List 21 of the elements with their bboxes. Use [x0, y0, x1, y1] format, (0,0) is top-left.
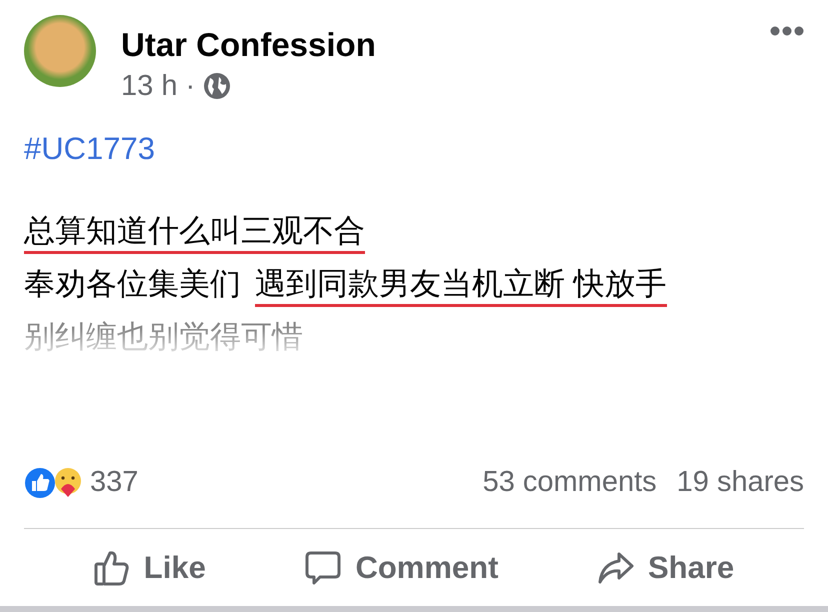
separator-dot: ·	[185, 69, 196, 104]
comment-button[interactable]: Comment	[297, 545, 506, 591]
reaction-count[interactable]: 337	[90, 466, 138, 499]
faded-post-text: 别纠缠也别觉得可惜	[24, 318, 303, 356]
more-options-icon[interactable]	[770, 26, 804, 36]
thumbs-up-icon	[94, 549, 130, 587]
hashtag-link[interactable]: #UC1773	[24, 129, 155, 169]
underlined-post-text: 总算知道什么叫三观不合	[24, 211, 365, 254]
comments-count[interactable]: 53 comments	[482, 466, 657, 499]
like-reaction-icon	[24, 466, 56, 498]
page-name[interactable]: Utar Confession	[121, 25, 376, 65]
post-time[interactable]: 13 h	[121, 67, 178, 105]
globe-icon	[203, 72, 232, 100]
shares-count[interactable]: 19 shares	[676, 466, 804, 499]
like-button[interactable]: Like	[86, 545, 214, 591]
share-arrow-icon	[598, 551, 634, 585]
care-reaction-icon	[52, 466, 84, 498]
speech-bubble-icon	[305, 550, 342, 586]
share-button[interactable]: Share	[590, 545, 742, 591]
post-text: 奉劝各位集美们	[24, 265, 241, 303]
underlined-post-text: 遇到同款男友当机立断 快放手	[255, 264, 667, 307]
